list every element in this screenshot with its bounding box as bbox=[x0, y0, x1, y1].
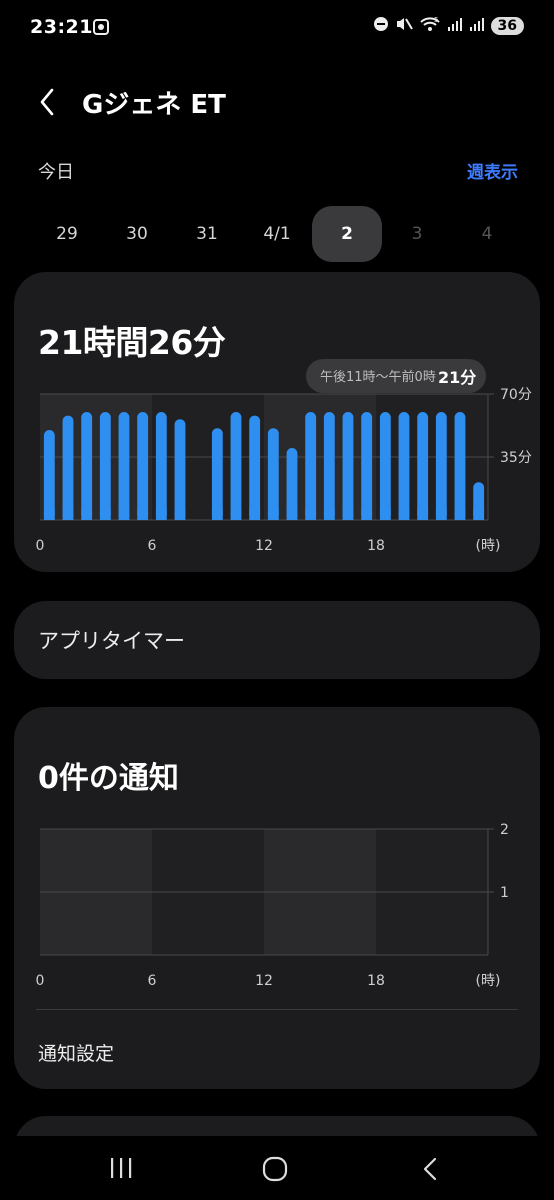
usage-bar-base bbox=[379, 509, 391, 520]
app-header: Gジェネ ET bbox=[0, 82, 554, 122]
day-item[interactable]: 31 bbox=[172, 206, 242, 262]
status-bar: 23:21 5 36 bbox=[0, 0, 554, 56]
usage-bar bbox=[305, 412, 317, 520]
usage-bar-base bbox=[230, 509, 242, 520]
x-tick-label: 6 bbox=[148, 538, 157, 554]
status-time: 23:21 bbox=[30, 16, 93, 38]
usage-bar-base bbox=[43, 509, 55, 520]
usage-bar bbox=[361, 412, 373, 520]
usage-bar-base bbox=[137, 509, 149, 520]
weekly-view-button[interactable]: 週表示 bbox=[467, 158, 518, 183]
usage-bar bbox=[211, 428, 223, 520]
usage-card: 21時間26分 70分 35分 0 6 12 18 (時) 午後11時～午前0時 21分 bbox=[14, 272, 540, 572]
tooltip-value: 21分 bbox=[438, 368, 476, 387]
battery-badge: 36 bbox=[490, 17, 524, 35]
day-selector: 29 30 31 4/1 2 3 4 bbox=[32, 206, 522, 262]
usage-bar bbox=[323, 412, 335, 520]
x-tick-label: 18 bbox=[367, 973, 385, 989]
usage-bar-base bbox=[473, 509, 485, 520]
dnd-icon bbox=[373, 16, 389, 36]
day-item-disabled: 4 bbox=[481, 224, 493, 244]
day-item-selected[interactable]: 2 bbox=[312, 206, 382, 262]
usage-bar bbox=[267, 428, 279, 520]
home-icon bbox=[262, 1156, 288, 1182]
back-arrow-icon bbox=[423, 1157, 437, 1181]
usage-bar bbox=[435, 412, 447, 520]
usage-bar-base bbox=[81, 509, 93, 520]
x-tick-label: 12 bbox=[255, 973, 273, 989]
notifications-card: 0件の通知 2 1 0 6 12 18 (時) 通知設定 bbox=[14, 707, 540, 1089]
tooltip-range: 午後11時～午前0時 bbox=[320, 369, 436, 385]
usage-bar bbox=[342, 412, 354, 520]
x-tick-label: 6 bbox=[148, 973, 157, 989]
usage-bar bbox=[118, 412, 130, 520]
usage-bar-base bbox=[286, 509, 298, 520]
usage-bar bbox=[249, 415, 261, 520]
x-tick-label: 0 bbox=[36, 538, 45, 554]
x-tick-label: 18 bbox=[367, 538, 385, 554]
home-button[interactable] bbox=[262, 1156, 288, 1186]
divider bbox=[36, 1009, 518, 1010]
usage-bar-base bbox=[249, 509, 261, 520]
wifi-band-label: 5 bbox=[434, 16, 438, 24]
recents-button[interactable] bbox=[108, 1156, 134, 1184]
today-label: 今日 bbox=[38, 162, 74, 183]
usage-bar bbox=[174, 419, 186, 520]
signal-icon bbox=[447, 16, 463, 36]
signal-icon-2 bbox=[469, 16, 485, 36]
day-item[interactable]: 29 bbox=[32, 206, 102, 262]
y-tick-label: 70分 bbox=[500, 387, 532, 403]
usage-bar-base bbox=[435, 509, 447, 520]
usage-bar-base bbox=[417, 509, 429, 520]
usage-bar-base bbox=[211, 509, 223, 520]
usage-bar bbox=[43, 430, 55, 520]
usage-bar-base bbox=[174, 509, 186, 520]
usage-bar-base bbox=[454, 509, 466, 520]
app-timer-label: アプリタイマー bbox=[38, 629, 185, 653]
usage-bar bbox=[454, 412, 466, 520]
y-tick-label: 1 bbox=[500, 885, 509, 901]
day-item[interactable]: 30 bbox=[102, 206, 172, 262]
chevron-left-icon bbox=[40, 88, 54, 116]
usage-bar-base bbox=[398, 509, 410, 520]
usage-bar-base bbox=[342, 509, 354, 520]
recents-icon bbox=[111, 1158, 132, 1178]
usage-bar bbox=[81, 412, 93, 520]
usage-bar-base bbox=[62, 509, 74, 520]
page-title: Gジェネ ET bbox=[82, 90, 226, 120]
x-tick-label: (時) bbox=[476, 973, 501, 989]
back-button[interactable] bbox=[32, 84, 68, 120]
mute-icon bbox=[395, 16, 413, 36]
screenshot-icon bbox=[92, 18, 110, 40]
usage-bar bbox=[417, 412, 429, 520]
y-tick-label: 35分 bbox=[500, 450, 532, 466]
x-tick-label: (時) bbox=[476, 538, 501, 554]
app-timer-row[interactable]: アプリタイマー bbox=[14, 601, 540, 679]
usage-bar bbox=[155, 412, 167, 520]
day-item[interactable]: 4/1 bbox=[242, 206, 312, 262]
system-navigation-bar bbox=[0, 1136, 554, 1200]
usage-bar bbox=[62, 415, 74, 520]
usage-bar-base bbox=[305, 509, 317, 520]
x-tick-label: 12 bbox=[255, 538, 273, 554]
usage-bar-base bbox=[155, 509, 167, 520]
usage-bar-base bbox=[361, 509, 373, 520]
y-tick-label: 2 bbox=[500, 822, 509, 838]
day-item-disabled: 3 bbox=[411, 224, 423, 244]
wifi-icon: 5 bbox=[419, 16, 441, 36]
usage-bar bbox=[99, 412, 111, 520]
notifications-chart: 2 1 0 6 12 18 (時) bbox=[36, 822, 509, 989]
usage-bar bbox=[379, 412, 391, 520]
usage-chart[interactable]: 70分 35分 0 6 12 18 (時) 午後11時～午前0時 21分 bbox=[14, 272, 540, 572]
usage-bar-base bbox=[323, 509, 335, 520]
usage-bar-base bbox=[267, 509, 279, 520]
usage-bar bbox=[230, 412, 242, 520]
usage-bar-base bbox=[99, 509, 111, 520]
system-back-button[interactable] bbox=[420, 1156, 440, 1186]
x-tick-label: 0 bbox=[36, 973, 45, 989]
usage-bar bbox=[398, 412, 410, 520]
notification-settings-button[interactable]: 通知設定 bbox=[38, 1039, 114, 1066]
usage-bar-base bbox=[118, 509, 130, 520]
usage-bar bbox=[137, 412, 149, 520]
